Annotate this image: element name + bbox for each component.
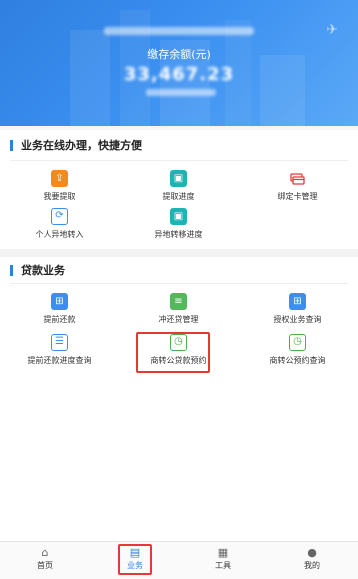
service-withdraw[interactable]: ⇪ 我要提取 <box>0 170 119 202</box>
divider <box>10 160 348 161</box>
service-transfer-progress[interactable]: ▣ 异地转移进度 <box>119 208 238 240</box>
service-withdraw-progress[interactable]: ▣ 提取进度 <box>119 170 238 202</box>
progress-icon: ▣ <box>170 170 187 187</box>
service-label: 提前还款 <box>43 315 76 324</box>
divider <box>0 126 358 130</box>
card-icon <box>289 170 306 187</box>
redacted-account-info <box>104 27 254 35</box>
section-title-loan: 贷款业务 <box>10 265 65 276</box>
divider <box>10 283 348 284</box>
tab-label: 工具 <box>215 561 231 570</box>
balance-value: 33,467.23 <box>123 64 235 85</box>
loan-prepay-progress[interactable]: ☰ 提前还款进度查询 <box>0 334 119 366</box>
home-icon: ⌂ <box>41 546 49 559</box>
transfer-in-icon: ⟳ <box>51 208 68 225</box>
service-label: 冲还贷管理 <box>158 315 199 324</box>
service-card-management[interactable]: 绑定卡管理 <box>238 170 357 202</box>
service-label: 我要提取 <box>43 192 76 201</box>
redacted-account-number <box>146 89 216 96</box>
user-icon: ● <box>307 546 317 559</box>
auth-query-icon: ⊞ <box>289 293 306 310</box>
tab-tools[interactable]: ▦ 工具 <box>193 546 253 571</box>
tab-label: 我的 <box>304 561 320 570</box>
transfer-progress-icon: ▣ <box>170 208 187 225</box>
loan-commercial-query[interactable]: ◷ 商转公预约查询 <box>238 334 357 366</box>
service-label: 提前还款进度查询 <box>27 356 92 365</box>
highlight-box <box>118 544 152 575</box>
toolbox-icon: ▦ <box>217 546 229 559</box>
offset-loan-icon: ≡ <box>170 293 187 310</box>
bottom-tab-bar: ⌂ 首页 ▤ 业务 ▦ 工具 ● 我的 <box>0 541 358 579</box>
tab-mine[interactable]: ● 我的 <box>282 546 342 571</box>
service-label: 商转公预约查询 <box>269 356 326 365</box>
highlight-box <box>136 332 210 373</box>
section-title-online: 业务在线办理，快捷方便 <box>10 140 142 151</box>
withdraw-icon: ⇪ <box>51 170 68 187</box>
tab-home[interactable]: ⌂ 首页 <box>15 546 75 571</box>
service-label: 提取进度 <box>162 192 195 201</box>
service-label: 个人异地转入 <box>35 230 84 239</box>
loan-offset-management[interactable]: ≡ 冲还贷管理 <box>119 293 238 325</box>
service-label: 授权业务查询 <box>273 315 322 324</box>
tab-label: 首页 <box>37 561 53 570</box>
commercial-query-icon: ◷ <box>289 334 306 351</box>
loan-prepay[interactable]: ⊞ 提前还款 <box>0 293 119 325</box>
service-label: 异地转移进度 <box>154 230 203 239</box>
service-transfer-in[interactable]: ⟳ 个人异地转入 <box>0 208 119 240</box>
airplane-icon: ✈ <box>326 22 338 38</box>
prepay-progress-icon: ☰ <box>51 334 68 351</box>
divider <box>0 249 358 257</box>
service-label: 绑定卡管理 <box>277 192 318 201</box>
loan-auth-query[interactable]: ⊞ 授权业务查询 <box>238 293 357 325</box>
prepay-icon: ⊞ <box>51 293 68 310</box>
balance-label: 缴存余额(元) <box>147 48 211 61</box>
account-banner: ✈ 缴存余额(元) 33,467.23 <box>0 0 358 126</box>
